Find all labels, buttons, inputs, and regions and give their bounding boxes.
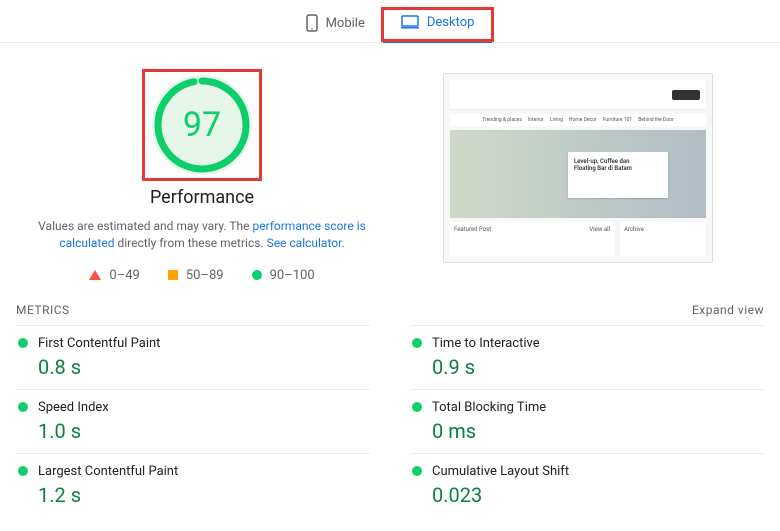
metric-name: Cumulative Layout Shift: [432, 464, 569, 479]
legend-good-range: 90–100: [270, 268, 315, 283]
thumb-button-icon: [672, 90, 700, 100]
metrics-header: METRICS Expand view: [0, 283, 780, 325]
main-area: 97 Performance Values are estimated and …: [0, 43, 780, 283]
gauge-wrap: 97: [142, 69, 262, 181]
legend-avg-range: 50–89: [186, 268, 224, 283]
page-thumbnail: Trending & placesInteriorLivingHome Deco…: [443, 73, 713, 263]
status-dot-icon: [412, 466, 422, 476]
legend-avg: 50–89: [168, 268, 224, 283]
metric-tti: Time to Interactive 0.9 s: [410, 325, 764, 389]
metric-value: 1.0 s: [38, 419, 370, 443]
square-icon: [168, 270, 178, 280]
metric-value: 0.8 s: [38, 355, 370, 379]
preview-panel: Trending & placesInteriorLivingHome Deco…: [390, 53, 766, 283]
score-label: Performance: [14, 187, 390, 208]
legend-poor-range: 0–49: [109, 268, 139, 283]
metric-cls: Cumulative Layout Shift 0.023: [410, 453, 764, 517]
thumb-featured-label: Featured Post: [454, 226, 491, 233]
thumb-header: [450, 80, 706, 110]
thumb-card-l2: Floating Bar di Batam: [574, 165, 662, 172]
metric-name: Speed Index: [38, 400, 109, 415]
status-dot-icon: [18, 402, 28, 412]
metric-name: Largest Contentful Paint: [38, 464, 178, 479]
gauge: 97: [152, 75, 252, 175]
thumb-hero: Level-up, Coffee dan Floating Bar di Bat…: [450, 130, 706, 218]
thumb-brand: [456, 91, 458, 98]
legend: 0–49 50–89 90–100: [14, 268, 390, 283]
metric-name: Time to Interactive: [432, 336, 540, 351]
status-dot-icon: [412, 338, 422, 348]
triangle-icon: [89, 270, 101, 280]
tab-mobile-label: Mobile: [326, 16, 365, 31]
status-dot-icon: [412, 402, 422, 412]
legend-good: 90–100: [252, 268, 315, 283]
metric-value: 0.9 s: [432, 355, 764, 379]
status-dot-icon: [18, 466, 28, 476]
circle-icon: [252, 270, 262, 280]
thumb-card-l1: Level-up, Coffee dan: [574, 158, 662, 165]
metric-lcp: Largest Contentful Paint 1.2 s: [16, 453, 370, 517]
gauge-ring-icon: [152, 75, 252, 175]
tab-desktop[interactable]: Desktop: [383, 7, 493, 43]
thumb-viewall: View all: [589, 226, 610, 233]
metric-fcp: First Contentful Paint 0.8 s: [16, 325, 370, 389]
thumb-card: Level-up, Coffee dan Floating Bar di Bat…: [568, 152, 668, 198]
tab-mobile[interactable]: Mobile: [288, 6, 383, 42]
see-calc-link[interactable]: See calculator.: [267, 236, 345, 250]
metric-si: Speed Index 1.0 s: [16, 389, 370, 453]
thumb-featured: Featured Post View all: [450, 222, 614, 256]
thumb-nav: Trending & placesInteriorLivingHome Deco…: [450, 114, 706, 126]
score-panel: 97 Performance Values are estimated and …: [14, 53, 390, 283]
status-dot-icon: [18, 338, 28, 348]
metric-tbt: Total Blocking Time 0 ms: [410, 389, 764, 453]
tab-desktop-label: Desktop: [427, 15, 475, 30]
metric-value: 1.2 s: [38, 483, 370, 507]
score-caption: Values are estimated and may vary. The p…: [32, 218, 372, 252]
mobile-icon: [306, 14, 318, 32]
metric-name: Total Blocking Time: [432, 400, 546, 415]
metric-value: 0 ms: [432, 419, 764, 443]
metric-value: 0.023: [432, 483, 764, 507]
legend-poor: 0–49: [89, 268, 139, 283]
expand-view[interactable]: Expand view: [692, 303, 764, 317]
metric-name: First Contentful Paint: [38, 336, 160, 351]
thumb-archive: Archive: [620, 222, 706, 256]
desktop-icon: [401, 15, 419, 29]
device-tabs: Mobile Desktop: [0, 0, 780, 43]
metrics-title: METRICS: [16, 303, 70, 317]
caption-prefix: Values are estimated and may vary. The: [38, 219, 252, 233]
caption-mid: directly from these metrics.: [117, 236, 266, 250]
thumb-bottom: Featured Post View all Archive: [450, 222, 706, 256]
metrics-grid: First Contentful Paint 0.8 s Time to Int…: [0, 325, 780, 527]
